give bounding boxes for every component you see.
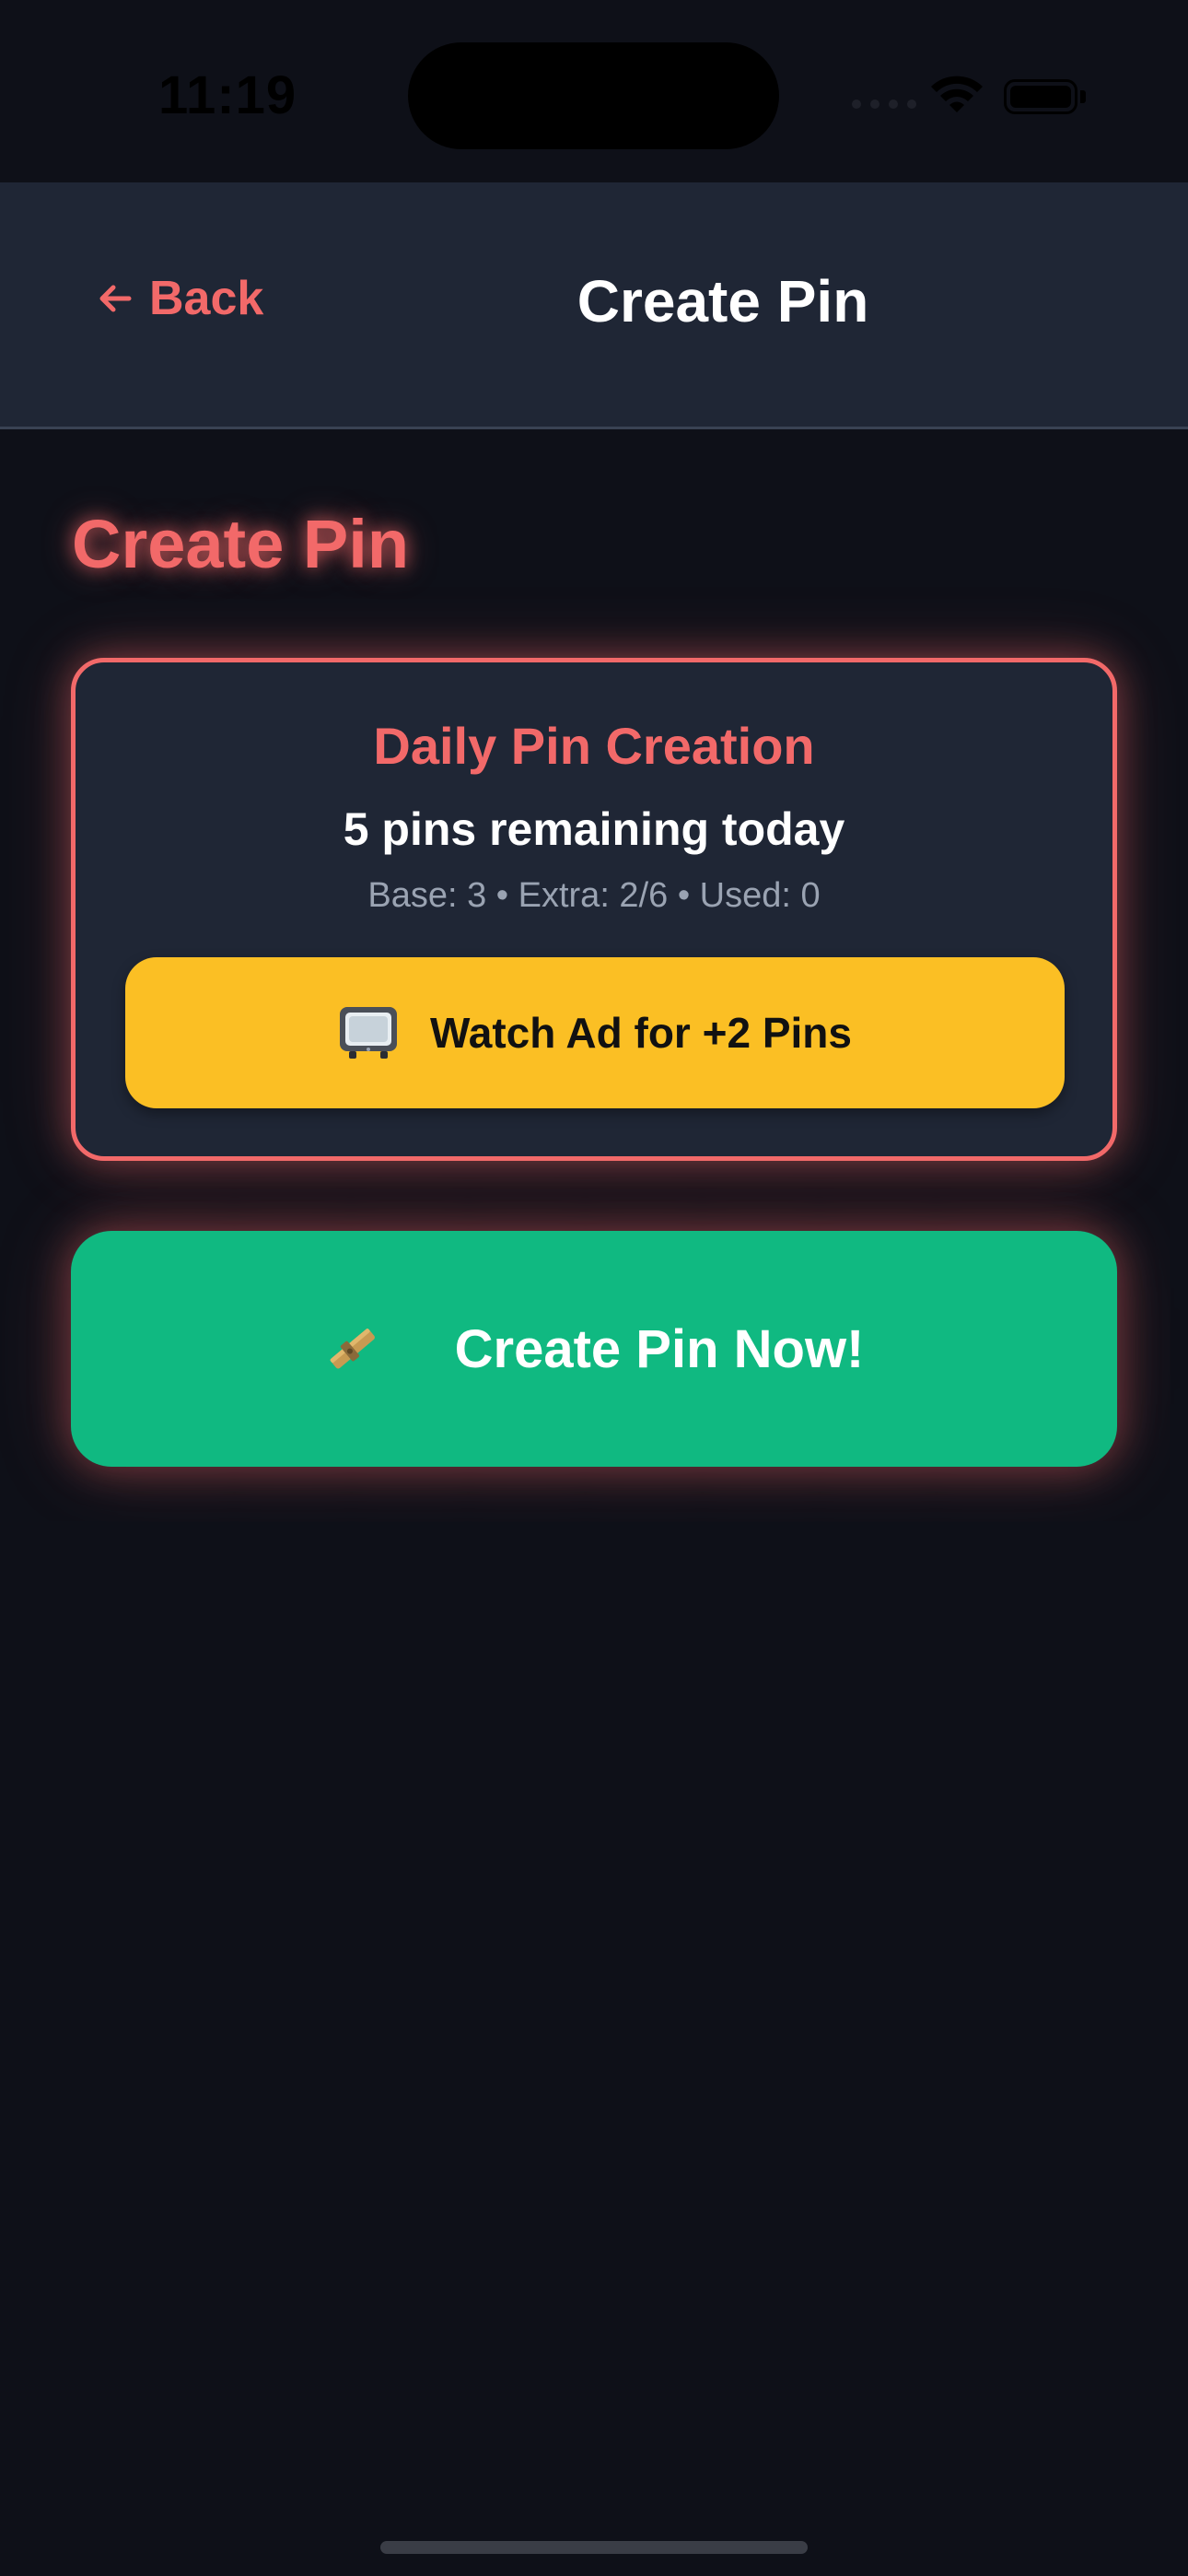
page-title: Create Pin	[72, 506, 410, 582]
pins-remaining-text: 5 pins remaining today	[343, 803, 845, 855]
nav-title: Create Pin	[577, 268, 869, 334]
cellular-signal-icon	[852, 100, 916, 109]
battery-cap	[1080, 90, 1086, 103]
status-time: 11:19	[158, 65, 297, 125]
watch-ad-label: Watch Ad for +2 Pins	[430, 1009, 852, 1057]
wifi-icon	[931, 76, 983, 112]
tv-icon	[340, 1007, 398, 1059]
create-pin-button[interactable]: Create Pin Now!	[71, 1231, 1117, 1467]
battery-icon	[1004, 79, 1077, 114]
home-indicator[interactable]	[380, 2541, 808, 2554]
pins-breakdown-text: Base: 3 • Extra: 2/6 • Used: 0	[367, 876, 821, 915]
watch-ad-button[interactable]: Watch Ad for +2 Pins	[125, 957, 1065, 1108]
daily-pin-card: Daily Pin Creation 5 pins remaining toda…	[71, 658, 1117, 1161]
status-bar: 11:19	[0, 0, 1188, 182]
create-pin-label: Create Pin Now!	[454, 1318, 865, 1379]
card-heading: Daily Pin Creation	[373, 717, 815, 775]
pin-icon	[330, 1329, 375, 1369]
nav-header: Back Create Pin	[0, 182, 1188, 429]
app-screen: 11:19 Back Create Pin Create Pin Daily P…	[0, 0, 1188, 2576]
dynamic-island	[408, 42, 779, 149]
